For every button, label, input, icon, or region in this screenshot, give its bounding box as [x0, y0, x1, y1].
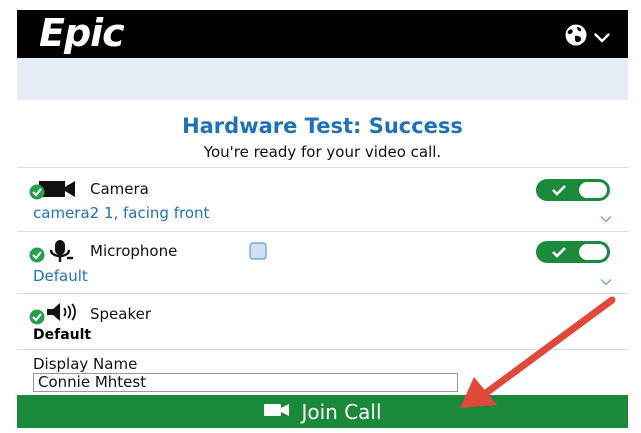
camera-toggle[interactable]	[536, 179, 610, 201]
toggle-knob	[579, 182, 607, 198]
divider	[17, 167, 628, 168]
test-result-subtitle: You're ready for your video call.	[203, 143, 442, 161]
microphone-toggle[interactable]	[536, 241, 610, 263]
check-icon	[551, 244, 567, 264]
check-icon	[551, 182, 567, 202]
speaker-label: Speaker	[90, 305, 152, 323]
header-strip	[17, 58, 628, 101]
language-menu-button[interactable]	[564, 23, 610, 51]
chevron-down-icon	[594, 28, 610, 47]
top-bar: Epic	[17, 10, 628, 58]
globe-icon	[564, 23, 588, 51]
join-call-label: Join Call	[301, 399, 382, 424]
microphone-icon	[27, 238, 89, 268]
test-result-title: Hardware Test: Success	[182, 114, 463, 138]
speaker-output-value: Default	[33, 327, 92, 343]
display-name-input[interactable]: Connie Mhtest	[33, 373, 458, 392]
microphone-label: Microphone	[90, 242, 178, 260]
toggle-knob	[579, 244, 607, 260]
join-call-button[interactable]: Join Call	[17, 395, 628, 428]
microphone-select[interactable]: Default	[33, 267, 88, 285]
divider	[17, 293, 628, 294]
epic-video-visit-window: Epic Hardware Test: Success You're ready…	[17, 10, 628, 428]
display-name-label: Display Name	[33, 355, 138, 373]
video-camera-icon	[263, 402, 291, 422]
chevron-down-icon[interactable]	[600, 208, 612, 227]
camera-label: Camera	[90, 180, 149, 198]
mic-level-meter-icon	[249, 242, 267, 264]
chevron-down-icon[interactable]	[600, 271, 612, 290]
camera-icon	[27, 179, 89, 205]
hardware-test-panel: Hardware Test: Success You're ready for …	[17, 100, 628, 428]
divider	[17, 231, 628, 232]
epic-logo: Epic	[39, 11, 125, 55]
camera-select[interactable]: camera2 1, facing front	[33, 204, 209, 222]
divider	[17, 349, 628, 350]
